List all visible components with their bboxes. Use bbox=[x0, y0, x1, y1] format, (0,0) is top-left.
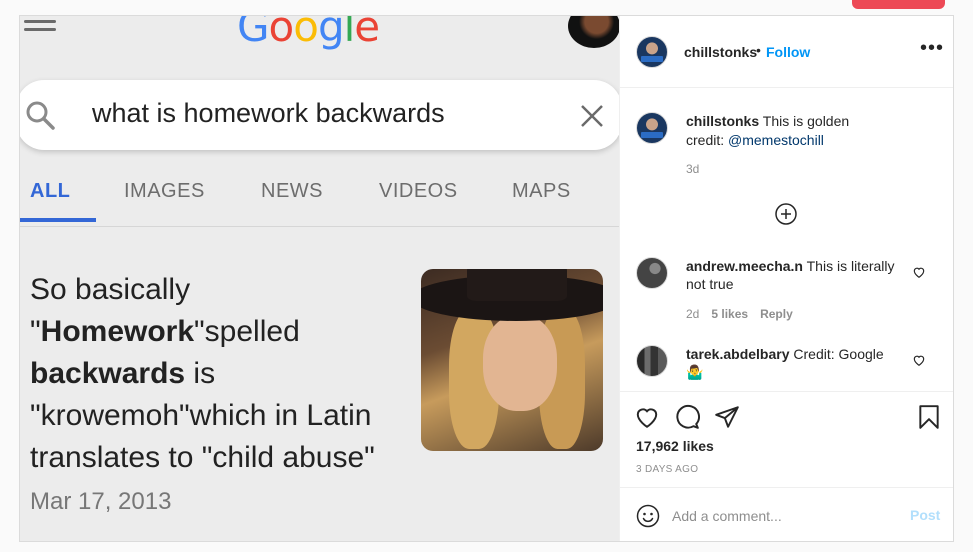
add-comment-bar: Post bbox=[620, 487, 953, 541]
post-dialog: Google what is homework backwards ALL IM… bbox=[19, 15, 954, 542]
google-logo: Google bbox=[237, 16, 380, 51]
post-timestamp: 3 DAYS AGO bbox=[636, 464, 699, 475]
share-paper-plane-icon[interactable] bbox=[714, 404, 740, 430]
comment-bubble-icon[interactable] bbox=[674, 404, 700, 430]
post-image: Google what is homework backwards ALL IM… bbox=[20, 16, 619, 541]
snippet-date: Mar 17, 2013 bbox=[30, 488, 172, 515]
caption-time: 3d bbox=[686, 162, 700, 176]
emoji-icon[interactable] bbox=[636, 504, 660, 528]
author-avatar[interactable] bbox=[636, 36, 668, 68]
commenter-username[interactable]: tarek.abdelbary bbox=[686, 346, 790, 362]
search-query: what is homework backwards bbox=[92, 98, 445, 128]
top-action-button[interactable] bbox=[852, 0, 945, 9]
search-icon bbox=[26, 101, 55, 130]
divider bbox=[20, 226, 619, 227]
author-username[interactable]: chillstonks bbox=[684, 44, 757, 60]
credit-prefix: credit: bbox=[686, 132, 729, 148]
snippet-thumbnail bbox=[421, 269, 603, 451]
caption-text: This is golden bbox=[762, 113, 850, 129]
comment-time: 2d bbox=[686, 307, 700, 321]
commenter-username[interactable]: andrew.meecha.n bbox=[686, 258, 803, 274]
post-side-panel: chillstonks • Follow ••• chillstonks Thi… bbox=[619, 16, 953, 541]
comment-meta: 2d 5 likes Reply bbox=[686, 307, 805, 321]
featured-snippet: So basically "Homework"spelled backwards… bbox=[30, 273, 375, 515]
post-actions: 17,962 likes 3 DAYS AGO bbox=[620, 391, 953, 501]
google-account-avatar bbox=[568, 16, 619, 48]
caption-username[interactable]: chillstonks bbox=[686, 113, 759, 129]
active-tab-indicator bbox=[20, 218, 96, 222]
post-comment-button[interactable]: Post bbox=[910, 507, 940, 523]
comment-input[interactable] bbox=[672, 502, 897, 530]
reply-button[interactable]: Reply bbox=[760, 307, 793, 321]
separator-dot: • bbox=[756, 42, 761, 58]
caption-avatar[interactable] bbox=[636, 112, 668, 144]
tab-maps: MAPS bbox=[512, 180, 571, 202]
hamburger-menu-icon bbox=[24, 20, 56, 36]
tab-images: IMAGES bbox=[124, 180, 205, 202]
search-tabs: ALL IMAGES NEWS VIDEOS MAPS bbox=[20, 176, 619, 224]
bookmark-icon[interactable] bbox=[916, 404, 942, 430]
tab-news: NEWS bbox=[261, 180, 323, 202]
comment-text: Credit: Google bbox=[793, 346, 884, 362]
like-count[interactable]: 17,962 likes bbox=[636, 438, 714, 454]
google-search-box: what is homework backwards bbox=[20, 80, 619, 150]
tab-videos: VIDEOS bbox=[379, 180, 458, 202]
more-horizontal-icon[interactable]: ••• bbox=[920, 38, 944, 58]
commenter-avatar[interactable] bbox=[636, 345, 668, 377]
like-heart-icon[interactable] bbox=[634, 404, 660, 430]
post-header: chillstonks • Follow ••• bbox=[620, 16, 953, 88]
shrug-emoji: 🤷‍♂️ bbox=[686, 364, 704, 380]
tab-all: ALL bbox=[30, 180, 71, 202]
commenter-avatar[interactable] bbox=[636, 257, 668, 289]
close-icon bbox=[581, 105, 603, 127]
heart-icon[interactable] bbox=[912, 265, 926, 279]
credit-handle-link[interactable]: @memestochill bbox=[728, 132, 824, 148]
comment-likes[interactable]: 5 likes bbox=[711, 307, 748, 321]
load-more-comments-icon[interactable] bbox=[774, 202, 798, 226]
follow-button[interactable]: Follow bbox=[766, 44, 810, 60]
heart-icon[interactable] bbox=[912, 353, 926, 367]
